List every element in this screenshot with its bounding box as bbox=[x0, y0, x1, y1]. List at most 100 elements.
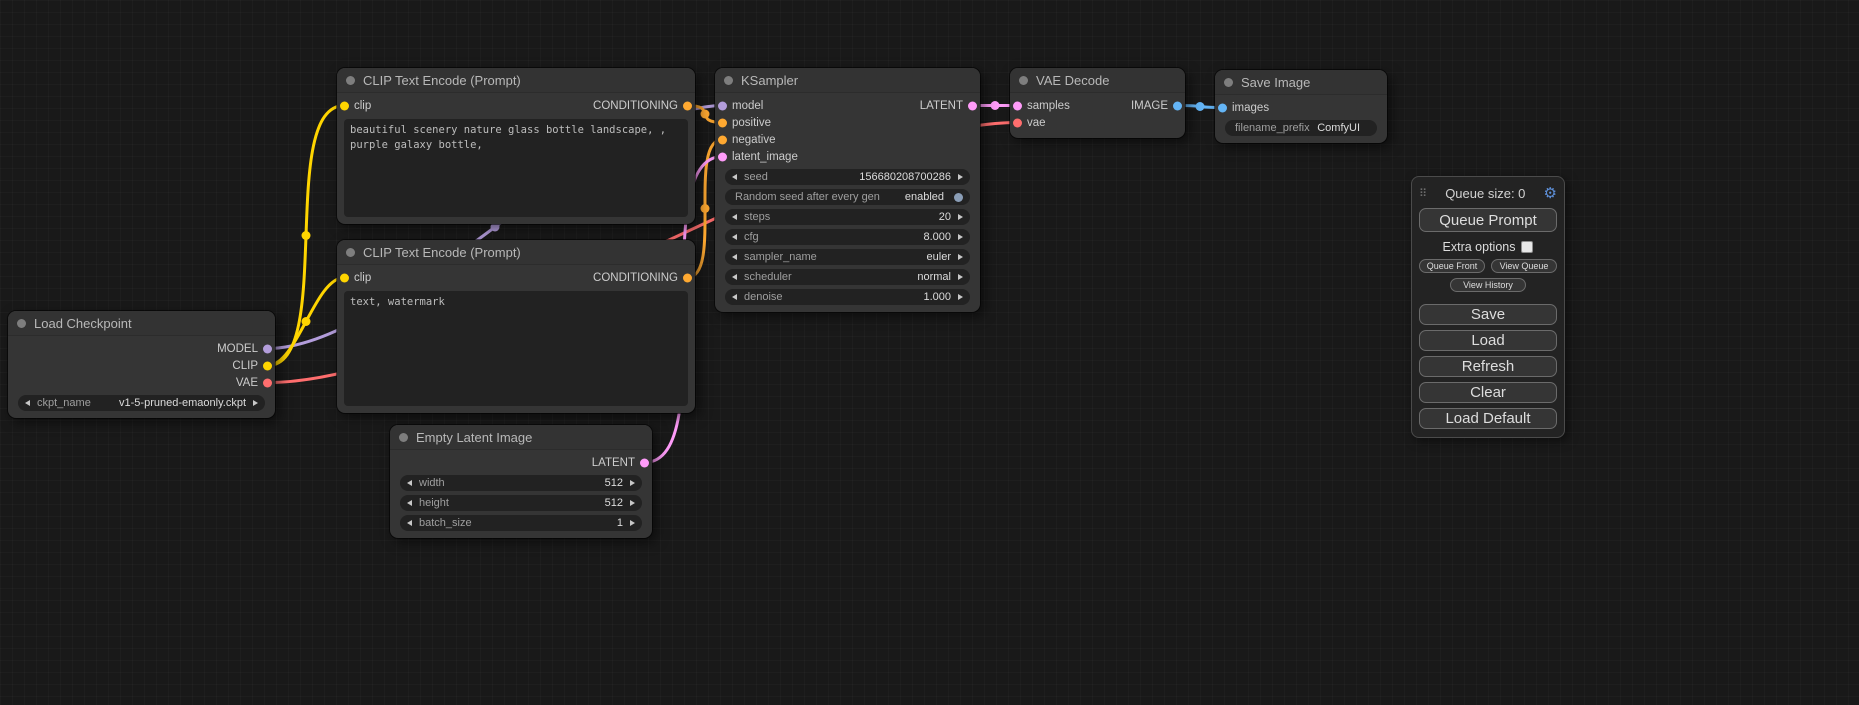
conditioning-output-dot[interactable] bbox=[683, 273, 692, 282]
collapse-dot-icon[interactable] bbox=[724, 76, 733, 85]
vae-output-dot[interactable] bbox=[263, 378, 272, 387]
save-button[interactable]: Save bbox=[1419, 304, 1557, 325]
decrement-arrow-icon[interactable] bbox=[407, 500, 412, 506]
queue-front-button[interactable]: Queue Front bbox=[1419, 259, 1485, 273]
widget-value: enabled bbox=[905, 191, 944, 203]
vae-input-dot[interactable] bbox=[1013, 118, 1022, 127]
decrement-arrow-icon[interactable] bbox=[407, 520, 412, 526]
negative-input-dot[interactable] bbox=[718, 135, 727, 144]
settings-gear-icon[interactable]: ⚙ bbox=[1544, 186, 1557, 201]
node-load-checkpoint[interactable]: Load Checkpoint MODEL CLIP VAE ckpt bbox=[8, 311, 275, 418]
conditioning-output-dot[interactable] bbox=[683, 101, 692, 110]
widget-value: euler bbox=[927, 251, 951, 263]
node-title-bar[interactable]: CLIP Text Encode (Prompt) bbox=[337, 68, 695, 93]
decrement-arrow-icon[interactable] bbox=[732, 294, 737, 300]
widget-label: width bbox=[419, 477, 445, 489]
node-save-image[interactable]: Save Image images filename_prefix ComfyU… bbox=[1215, 70, 1387, 143]
input-slot-row: images bbox=[1215, 99, 1387, 116]
decrement-arrow-icon[interactable] bbox=[25, 400, 30, 406]
widget-label: height bbox=[419, 497, 449, 509]
node-clip-text-encode-negative[interactable]: CLIP Text Encode (Prompt) clip CONDITION… bbox=[337, 240, 695, 413]
clip-input-dot[interactable] bbox=[340, 101, 349, 110]
samples-input-dot[interactable] bbox=[1013, 101, 1022, 110]
graph-canvas[interactable]: Load Checkpoint MODEL CLIP VAE ckpt bbox=[0, 0, 1859, 705]
widget-value: 512 bbox=[605, 477, 623, 489]
increment-arrow-icon[interactable] bbox=[958, 274, 963, 280]
output-slot-label: CONDITIONING bbox=[593, 272, 695, 284]
node-title-bar[interactable]: KSampler bbox=[715, 68, 980, 93]
view-history-button[interactable]: View History bbox=[1450, 278, 1526, 292]
output-slot-row: VAE bbox=[8, 374, 275, 391]
steps-widget[interactable]: steps 20 bbox=[725, 209, 970, 225]
view-queue-button[interactable]: View Queue bbox=[1491, 259, 1557, 273]
collapse-dot-icon[interactable] bbox=[1224, 78, 1233, 87]
batch-size-widget[interactable]: batch_size 1 bbox=[400, 515, 642, 531]
load-default-button[interactable]: Load Default bbox=[1419, 408, 1557, 429]
latent-image-input-dot[interactable] bbox=[718, 152, 727, 161]
widget-label: filename_prefix bbox=[1235, 122, 1310, 134]
collapse-dot-icon[interactable] bbox=[17, 319, 26, 328]
collapse-dot-icon[interactable] bbox=[1019, 76, 1028, 85]
collapse-dot-icon[interactable] bbox=[346, 248, 355, 257]
increment-arrow-icon[interactable] bbox=[958, 174, 963, 180]
cfg-widget[interactable]: cfg 8.000 bbox=[725, 229, 970, 245]
drag-handle-icon[interactable]: ⠿ bbox=[1419, 187, 1427, 200]
node-clip-text-encode-positive[interactable]: CLIP Text Encode (Prompt) clip CONDITION… bbox=[337, 68, 695, 224]
node-title-bar[interactable]: Empty Latent Image bbox=[390, 425, 652, 450]
node-empty-latent-image[interactable]: Empty Latent Image LATENT width 512 heig… bbox=[390, 425, 652, 538]
node-title-bar[interactable]: CLIP Text Encode (Prompt) bbox=[337, 240, 695, 265]
model-output-dot[interactable] bbox=[263, 344, 272, 353]
width-widget[interactable]: width 512 bbox=[400, 475, 642, 491]
decrement-arrow-icon[interactable] bbox=[732, 234, 737, 240]
image-output-dot[interactable] bbox=[1173, 101, 1182, 110]
clip-input-dot[interactable] bbox=[340, 273, 349, 282]
widget-label: seed bbox=[744, 171, 768, 183]
increment-arrow-icon[interactable] bbox=[630, 500, 635, 506]
increment-arrow-icon[interactable] bbox=[630, 520, 635, 526]
increment-arrow-icon[interactable] bbox=[630, 480, 635, 486]
decrement-arrow-icon[interactable] bbox=[407, 480, 412, 486]
denoise-widget[interactable]: denoise 1.000 bbox=[725, 289, 970, 305]
queue-small-buttons: Queue Front View Queue bbox=[1419, 259, 1557, 273]
decrement-arrow-icon[interactable] bbox=[732, 274, 737, 280]
ckpt-name-widget[interactable]: ckpt_name v1-5-pruned-emaonly.ckpt bbox=[18, 395, 265, 411]
images-input-dot[interactable] bbox=[1218, 103, 1227, 112]
widget-value: 8.000 bbox=[923, 231, 951, 243]
increment-arrow-icon[interactable] bbox=[958, 234, 963, 240]
random-seed-toggle-widget[interactable]: Random seed after every gen enabled bbox=[725, 189, 970, 205]
toggle-indicator-icon[interactable] bbox=[954, 193, 963, 202]
widget-value: 1.000 bbox=[923, 291, 951, 303]
node-title-bar[interactable]: VAE Decode bbox=[1010, 68, 1185, 93]
prompt-textarea[interactable]: beautiful scenery nature glass bottle la… bbox=[344, 119, 688, 217]
node-title-bar[interactable]: Load Checkpoint bbox=[8, 311, 275, 336]
collapse-dot-icon[interactable] bbox=[399, 433, 408, 442]
queue-prompt-button[interactable]: Queue Prompt bbox=[1419, 208, 1557, 232]
extra-options-checkbox[interactable] bbox=[1521, 241, 1533, 253]
increment-arrow-icon[interactable] bbox=[958, 294, 963, 300]
increment-arrow-icon[interactable] bbox=[253, 400, 258, 406]
decrement-arrow-icon[interactable] bbox=[732, 214, 737, 220]
decrement-arrow-icon[interactable] bbox=[732, 254, 737, 260]
scheduler-widget[interactable]: scheduler normal bbox=[725, 269, 970, 285]
latent-output-dot[interactable] bbox=[968, 101, 977, 110]
decrement-arrow-icon[interactable] bbox=[732, 174, 737, 180]
clip-output-dot[interactable] bbox=[263, 361, 272, 370]
refresh-button[interactable]: Refresh bbox=[1419, 356, 1557, 377]
node-title-bar[interactable]: Save Image bbox=[1215, 70, 1387, 95]
positive-input-dot[interactable] bbox=[718, 118, 727, 127]
height-widget[interactable]: height 512 bbox=[400, 495, 642, 511]
clear-button[interactable]: Clear bbox=[1419, 382, 1557, 403]
prompt-textarea[interactable]: text, watermark bbox=[344, 291, 688, 406]
output-slot-row: CLIP bbox=[8, 357, 275, 374]
node-vae-decode[interactable]: VAE Decode samples IMAGE vae bbox=[1010, 68, 1185, 138]
latent-output-dot[interactable] bbox=[640, 458, 649, 467]
increment-arrow-icon[interactable] bbox=[958, 214, 963, 220]
load-button[interactable]: Load bbox=[1419, 330, 1557, 351]
widget-value: ComfyUI bbox=[1317, 122, 1360, 134]
increment-arrow-icon[interactable] bbox=[958, 254, 963, 260]
node-ksampler[interactable]: KSampler model positive negative lat bbox=[715, 68, 980, 312]
seed-widget[interactable]: seed 156680208700286 bbox=[725, 169, 970, 185]
sampler-name-widget[interactable]: sampler_name euler bbox=[725, 249, 970, 265]
filename-prefix-widget[interactable]: filename_prefix ComfyUI bbox=[1225, 120, 1377, 136]
collapse-dot-icon[interactable] bbox=[346, 76, 355, 85]
